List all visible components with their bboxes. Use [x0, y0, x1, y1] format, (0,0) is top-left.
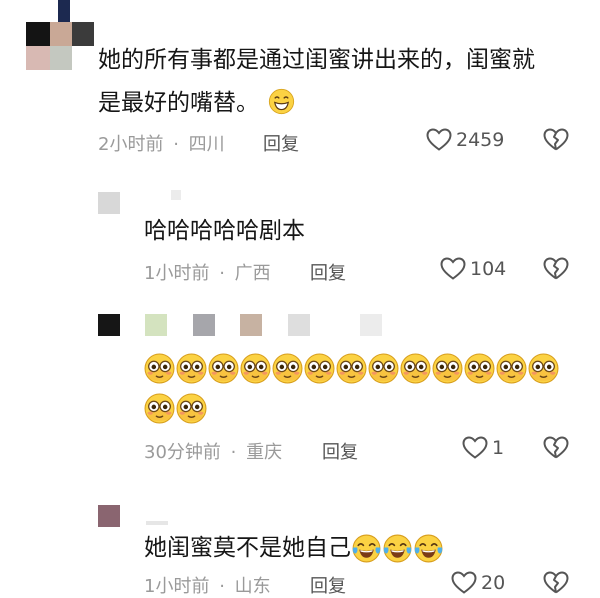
like-count: 1 — [492, 437, 505, 459]
flushed-emoji-icon — [496, 353, 527, 384]
broken-heart-icon — [543, 257, 569, 280]
comment-meta: 1小时前 · 广西 — [144, 259, 271, 285]
flushed-emoji-icon — [432, 353, 463, 384]
heart-icon — [462, 436, 488, 459]
flushed-emoji-icon — [144, 393, 175, 424]
reply-button[interactable]: 回复 — [322, 438, 358, 464]
reply-button[interactable]: 回复 — [310, 572, 346, 598]
dislike-button[interactable] — [543, 128, 569, 152]
comment-meta: 30分钟前 · 重庆 — [144, 438, 282, 464]
separator: · — [173, 134, 179, 155]
flushed-emoji-icon — [336, 353, 367, 384]
comment-text-line: 是最好的嘴替。 — [98, 90, 259, 116]
like-button[interactable] — [426, 128, 452, 152]
like-button[interactable] — [440, 257, 466, 281]
flushed-emoji-icon — [144, 353, 175, 384]
comment-text: 她的所有事都是通过闺蜜讲出来的，闺蜜就 — [98, 47, 535, 73]
broken-heart-icon — [543, 571, 569, 594]
comment-text: 是最好的嘴替。 — [98, 85, 295, 121]
like-button[interactable] — [462, 436, 488, 460]
dislike-button[interactable] — [543, 257, 569, 281]
grin-emoji-icon — [269, 88, 295, 115]
flushed-emoji-icon — [368, 353, 399, 384]
broken-heart-icon — [543, 128, 569, 151]
reply-button[interactable]: 回复 — [263, 130, 299, 156]
heart-icon — [440, 257, 466, 280]
flushed-emoji-icon — [208, 353, 239, 384]
comment-text-line: 她闺蜜莫不是她自己 — [144, 535, 351, 561]
flushed-emoji-icon — [272, 353, 303, 384]
comment-text: 她闺蜜莫不是她自己 — [144, 530, 444, 566]
heart-icon — [426, 128, 452, 151]
separator: · — [219, 576, 225, 597]
heart-icon — [451, 571, 477, 594]
comment-location: 广西 — [234, 263, 271, 284]
emoji-row — [351, 534, 444, 563]
like-count: 20 — [481, 572, 506, 594]
tears-of-joy-emoji-icon — [352, 534, 381, 563]
emoji-row — [144, 353, 559, 384]
comment-meta: 2小时前 · 四川 — [98, 130, 225, 156]
like-count: 104 — [470, 258, 507, 280]
dislike-button[interactable] — [543, 571, 569, 595]
comment-text: 哈哈哈哈哈剧本 — [144, 218, 305, 244]
flushed-emoji-icon — [400, 353, 431, 384]
flushed-emoji-icon — [176, 353, 207, 384]
comment-time: 1小时前 — [144, 263, 210, 284]
comment-time: 1小时前 — [144, 576, 210, 597]
like-button[interactable] — [451, 571, 477, 595]
comment-time: 2小时前 — [98, 134, 164, 155]
like-count: 2459 — [456, 129, 505, 151]
tears-of-joy-emoji-icon — [383, 534, 412, 563]
reply-button[interactable]: 回复 — [310, 259, 346, 285]
broken-heart-icon — [543, 436, 569, 459]
comment-location: 重庆 — [246, 442, 283, 463]
tears-of-joy-emoji-icon — [414, 534, 443, 563]
dislike-button[interactable] — [543, 436, 569, 460]
flushed-emoji-icon — [176, 393, 207, 424]
separator: · — [219, 263, 225, 284]
flushed-emoji-icon — [528, 353, 559, 384]
comment-time: 30分钟前 — [144, 442, 221, 463]
flushed-emoji-icon — [240, 353, 271, 384]
flushed-emoji-icon — [464, 353, 495, 384]
comment-location: 山东 — [234, 576, 271, 597]
comment-location: 四川 — [188, 134, 225, 155]
emoji-row — [144, 393, 207, 424]
comment-meta: 1小时前 · 山东 — [144, 572, 271, 598]
flushed-emoji-icon — [304, 353, 335, 384]
separator: · — [230, 442, 237, 463]
